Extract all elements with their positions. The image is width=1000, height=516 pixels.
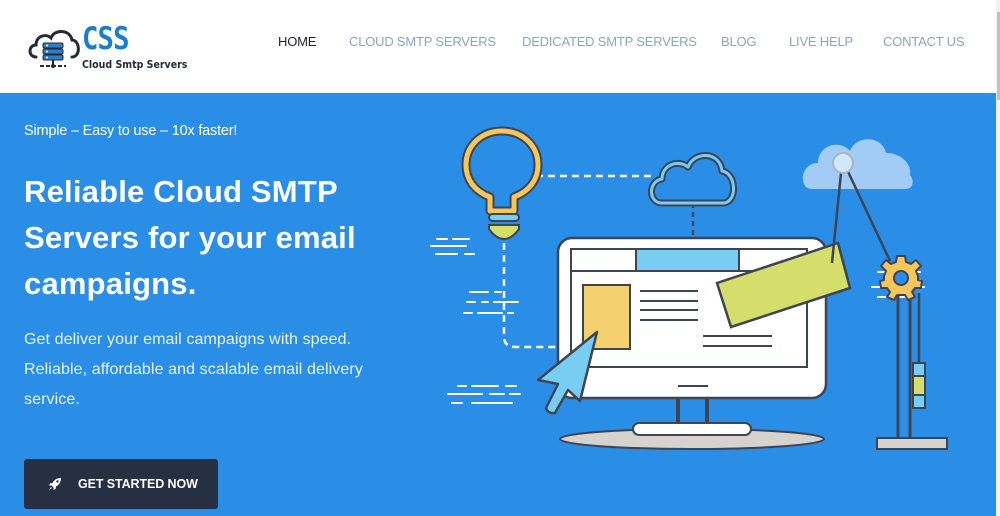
hero-illustration bbox=[430, 126, 948, 450]
page-scrollbar[interactable] bbox=[996, 0, 1000, 516]
description-line: Get deliver your email campaigns with sp… bbox=[24, 331, 352, 348]
nav-item-live-help[interactable]: LIVE HELP bbox=[789, 34, 853, 49]
nav-item-dedicated-smtp-servers[interactable]: DEDICATED SMTP SERVERS bbox=[522, 34, 697, 49]
headline-line: campaigns. bbox=[24, 266, 197, 301]
rocket-icon bbox=[49, 478, 61, 490]
cloud-solid-icon bbox=[802, 139, 913, 189]
hero-description: Get deliver your email campaigns with sp… bbox=[24, 325, 414, 415]
description-line: Reliable, affordable and scalable email … bbox=[24, 361, 363, 378]
get-started-button[interactable]: GET STARTED NOW bbox=[24, 459, 218, 509]
logo-subtitle: Cloud Smtp Servers bbox=[82, 59, 188, 71]
cloud-icon bbox=[648, 152, 737, 207]
gear-stand bbox=[830, 152, 948, 450]
monitor-icon bbox=[556, 236, 852, 450]
hero-section: Simple – Easy to use – 10x faster! Relia… bbox=[0, 93, 996, 516]
lightbulb-icon bbox=[461, 126, 543, 241]
description-line: service. bbox=[24, 391, 80, 408]
site-header: CSS Cloud Smtp Servers HOME CLOUD SMTP S… bbox=[0, 0, 996, 93]
hero-tagline: Simple – Easy to use – 10x faster! bbox=[24, 123, 238, 139]
main-nav: HOME CLOUD SMTP SERVERS DEDICATED SMTP S… bbox=[0, 34, 996, 52]
gear-icon bbox=[879, 255, 923, 301]
nav-item-home[interactable]: HOME bbox=[278, 34, 316, 49]
headline-line: Servers for your email bbox=[24, 220, 356, 255]
nav-item-contact-us[interactable]: CONTACT US bbox=[883, 34, 965, 49]
hero-headline: Reliable Cloud SMTP Servers for your ema… bbox=[24, 169, 424, 307]
nav-item-blog[interactable]: BLOG bbox=[721, 34, 757, 49]
get-started-label: GET STARTED NOW bbox=[78, 477, 198, 491]
headline-line: Reliable Cloud SMTP bbox=[24, 174, 338, 209]
nav-item-cloud-smtp-servers[interactable]: CLOUD SMTP SERVERS bbox=[349, 34, 496, 49]
